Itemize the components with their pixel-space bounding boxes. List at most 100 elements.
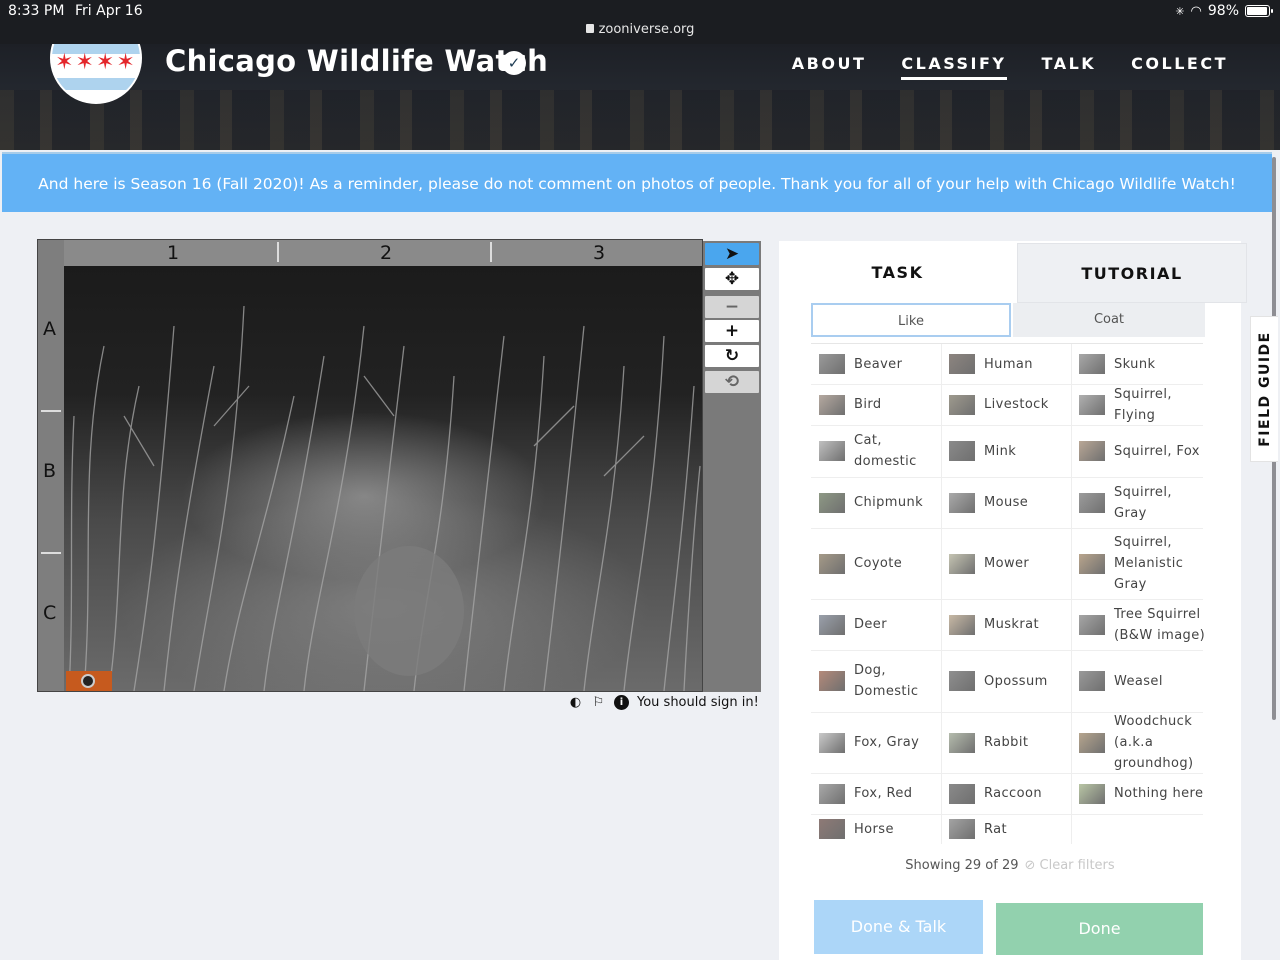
species-option[interactable]: Muskrat bbox=[949, 599, 1079, 650]
tab-task[interactable]: TASK bbox=[779, 243, 1016, 303]
species-label: Rabbit bbox=[984, 735, 1029, 750]
done-and-talk-button[interactable]: Done & Talk bbox=[814, 900, 983, 954]
species-option[interactable]: Rabbit bbox=[949, 712, 1079, 773]
camera-badge bbox=[66, 671, 112, 691]
species-thumbnail bbox=[949, 671, 975, 691]
species-label: Coyote bbox=[854, 556, 903, 571]
pointer-tool-button[interactable]: ➤ bbox=[705, 243, 759, 265]
clear-filters-button[interactable]: ⊘ Clear filters bbox=[1025, 858, 1115, 873]
flag-icon[interactable]: ⚐ bbox=[591, 695, 606, 710]
species-option[interactable]: Human bbox=[949, 344, 1079, 384]
species-option[interactable]: Skunk bbox=[1079, 344, 1209, 384]
species-label: Deer bbox=[854, 617, 887, 632]
species-thumbnail bbox=[819, 441, 845, 461]
species-thumbnail bbox=[949, 819, 975, 839]
species-thumbnail bbox=[949, 394, 975, 415]
cursor-icon: ➤ bbox=[724, 244, 740, 264]
species-thumbnail bbox=[949, 783, 975, 804]
species-option[interactable]: Mouse bbox=[949, 477, 1079, 528]
species-thumbnail bbox=[1079, 354, 1105, 374]
done-button[interactable]: Done bbox=[996, 903, 1203, 955]
viewer-toolbar: ➤ ✥ − + ↻ ⟲ bbox=[703, 241, 761, 692]
project-title[interactable]: Chicago Wildlife Watch bbox=[165, 44, 548, 78]
info-icon[interactable]: i bbox=[614, 695, 629, 710]
subject-image[interactable] bbox=[64, 266, 702, 691]
address-bar[interactable]: zooniverse.org bbox=[0, 22, 1280, 37]
nav-talk[interactable]: TALK bbox=[1042, 54, 1097, 80]
clear-filters-label: Clear filters bbox=[1039, 858, 1115, 873]
filter-like-button[interactable]: Like bbox=[811, 303, 1011, 337]
species-thumbnail bbox=[1079, 671, 1105, 691]
nav-about[interactable]: ABOUT bbox=[792, 54, 867, 80]
pan-tool-button[interactable]: ✥ bbox=[705, 268, 759, 290]
species-option[interactable]: Squirrel, Flying bbox=[1079, 384, 1209, 425]
species-option[interactable]: Coyote bbox=[819, 528, 949, 599]
species-thumbnail bbox=[819, 732, 845, 753]
species-option[interactable]: Nothing here bbox=[1079, 773, 1209, 814]
loading-icon: ✳ bbox=[1175, 4, 1185, 18]
species-option[interactable]: Mink bbox=[949, 425, 1079, 477]
species-option[interactable]: Cat, domestic bbox=[819, 425, 949, 477]
species-thumbnail bbox=[949, 354, 975, 374]
species-label: Mouse bbox=[984, 495, 1029, 510]
sign-in-prompt[interactable]: You should sign in! bbox=[637, 695, 759, 710]
species-option[interactable]: Mower bbox=[949, 528, 1079, 599]
plus-icon: + bbox=[724, 321, 740, 341]
zoom-in-button[interactable]: + bbox=[705, 320, 759, 342]
nav-classify[interactable]: CLASSIFY bbox=[901, 54, 1007, 80]
species-thumbnail bbox=[949, 492, 975, 513]
tab-tutorial[interactable]: TUTORIAL bbox=[1017, 243, 1247, 303]
species-thumbnail bbox=[819, 394, 845, 415]
contrast-icon[interactable]: ◐ bbox=[568, 695, 583, 710]
species-option[interactable]: Rat bbox=[949, 814, 1079, 844]
status-time: 8:33 PM bbox=[8, 3, 65, 19]
species-option[interactable]: Weasel bbox=[1079, 650, 1209, 712]
field-guide-tab[interactable]: FIELD GUIDE bbox=[1250, 316, 1278, 462]
species-option[interactable]: Deer bbox=[819, 599, 949, 650]
species-option[interactable]: Livestock bbox=[949, 384, 1079, 425]
species-option[interactable]: Tree Squirrel (B&W image) bbox=[1079, 599, 1209, 650]
species-label: Squirrel, Fox bbox=[1114, 443, 1200, 459]
species-option[interactable]: Fox, Gray bbox=[819, 712, 949, 773]
species-option[interactable]: Chipmunk bbox=[819, 477, 949, 528]
row-label: B bbox=[43, 460, 57, 482]
reset-button[interactable]: ⟲ bbox=[705, 371, 759, 393]
species-option[interactable]: Opossum bbox=[949, 650, 1079, 712]
viewer-footer: ◐ ⚐ i You should sign in! bbox=[568, 695, 759, 710]
species-label: Chipmunk bbox=[854, 495, 924, 510]
species-option[interactable]: Raccoon bbox=[949, 773, 1079, 814]
species-thumbnail bbox=[819, 819, 845, 839]
filter-tabs: Like Coat bbox=[811, 303, 1207, 339]
species-label: Human bbox=[984, 356, 1033, 372]
species-thumbnail bbox=[949, 441, 975, 461]
species-thumbnail bbox=[819, 671, 845, 691]
species-option[interactable]: Squirrel, Melanistic Gray bbox=[1079, 528, 1209, 599]
species-option[interactable]: Squirrel, Gray bbox=[1079, 477, 1209, 528]
species-option[interactable]: Bird bbox=[819, 384, 949, 425]
nav-collect[interactable]: COLLECT bbox=[1131, 54, 1228, 80]
species-option[interactable]: Fox, Red bbox=[819, 773, 949, 814]
species-label: Skunk bbox=[1114, 356, 1156, 372]
species-option[interactable]: Beaver bbox=[819, 344, 949, 384]
column-label: 3 bbox=[593, 242, 606, 264]
species-label: Beaver bbox=[854, 356, 903, 372]
zoom-out-button[interactable]: − bbox=[705, 296, 759, 318]
rotate-icon: ↻ bbox=[724, 346, 740, 366]
species-label: Raccoon bbox=[984, 786, 1042, 801]
species-thumbnail bbox=[1079, 492, 1105, 513]
chicago-stars-icon: ✶✶✶✶ bbox=[55, 50, 137, 75]
species-option[interactable]: Horse bbox=[819, 814, 949, 844]
species-option[interactable]: Squirrel, Fox bbox=[1079, 425, 1209, 477]
field-guide-label: FIELD GUIDE bbox=[1256, 331, 1273, 447]
species-thumbnail bbox=[949, 614, 975, 635]
species-label: Opossum bbox=[984, 673, 1048, 689]
species-label: Squirrel, Flying bbox=[1114, 386, 1172, 423]
rotate-button[interactable]: ↻ bbox=[705, 345, 759, 367]
species-label: Nothing here bbox=[1114, 786, 1204, 801]
species-option[interactable]: Woodchuck (a.k.a groundhog) bbox=[1079, 712, 1209, 773]
species-thumbnail bbox=[1079, 553, 1105, 574]
filter-coat-button[interactable]: Coat bbox=[1013, 303, 1205, 337]
species-option[interactable]: Dog, Domestic bbox=[819, 650, 949, 712]
species-thumbnail bbox=[819, 492, 845, 513]
species-thumbnail bbox=[819, 783, 845, 804]
